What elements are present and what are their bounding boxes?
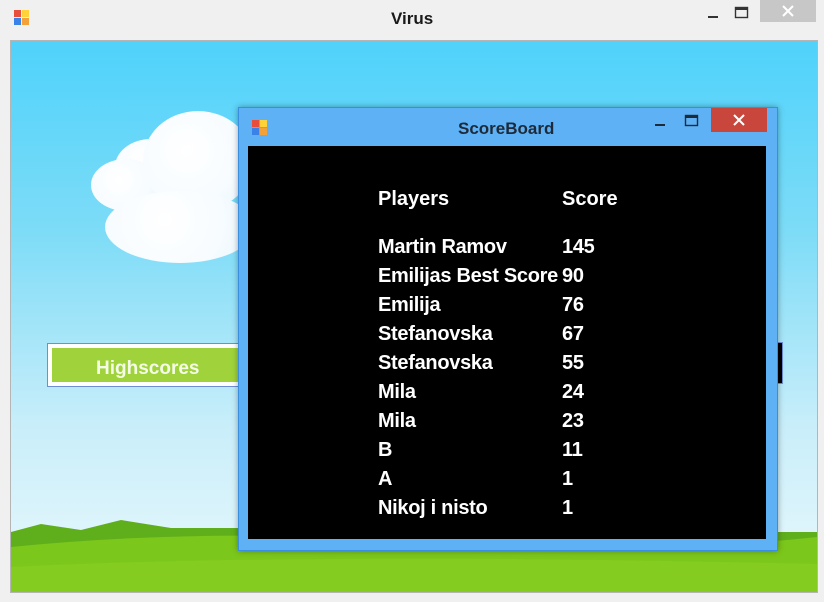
score-row: Nikoj i nisto 1 xyxy=(248,497,766,525)
player-name: Emilijas Best Score xyxy=(378,265,558,287)
window-title: Virus xyxy=(391,9,434,28)
player-score: 23 xyxy=(562,410,584,432)
scoreboard-panel: Players Score Martin Ramov 145 Emilijas … xyxy=(248,146,766,539)
minimize-button[interactable] xyxy=(700,2,726,24)
score-header: Score xyxy=(562,188,618,210)
score-row: Martin Ramov 145 xyxy=(248,236,766,264)
player-name: Stefanovska xyxy=(378,352,493,374)
player-score: 90 xyxy=(562,265,584,287)
highscores-label: Highscores xyxy=(96,358,200,379)
cloud xyxy=(105,191,255,263)
maximize-icon xyxy=(684,114,699,127)
player-score: 145 xyxy=(562,236,595,258)
app-icon xyxy=(14,10,30,26)
dialog-close-button[interactable] xyxy=(711,108,767,132)
minimize-icon xyxy=(655,124,665,126)
player-score: 67 xyxy=(562,323,584,345)
score-row: Emilija 76 xyxy=(248,294,766,322)
scoreboard-dialog: ScoreBoard Players Score Martin Ramov 14… xyxy=(238,107,778,551)
players-header: Players xyxy=(378,188,450,210)
dialog-app-icon xyxy=(252,120,268,136)
player-name: A xyxy=(378,468,393,490)
score-row: Emilijas Best Score 90 xyxy=(248,265,766,293)
close-button[interactable] xyxy=(760,0,816,22)
score-row: Stefanovska 67 xyxy=(248,323,766,351)
player-name: Mila xyxy=(378,410,416,432)
score-row: Stefanovska 55 xyxy=(248,352,766,380)
player-score: 55 xyxy=(562,352,584,374)
player-name: Martin Ramov xyxy=(378,236,507,258)
minimize-icon xyxy=(708,16,718,18)
dialog-title: ScoreBoard xyxy=(458,119,555,138)
close-icon xyxy=(782,5,794,17)
main-titlebar: Virus xyxy=(0,0,824,36)
close-icon xyxy=(733,114,745,126)
dialog-maximize-button[interactable] xyxy=(679,110,705,132)
player-name: Nikoj i nisto xyxy=(378,497,488,519)
score-row: B 11 xyxy=(248,439,766,467)
player-name: Emilija xyxy=(378,294,441,316)
player-name: Mila xyxy=(378,381,416,403)
player-name: Stefanovska xyxy=(378,323,493,345)
player-name: B xyxy=(378,439,393,461)
dialog-minimize-button[interactable] xyxy=(647,110,673,132)
score-row: A 1 xyxy=(248,468,766,496)
player-score: 1 xyxy=(562,468,573,490)
player-score: 11 xyxy=(562,439,583,461)
player-score: 1 xyxy=(562,497,573,519)
player-score: 24 xyxy=(562,381,584,403)
maximize-button[interactable] xyxy=(729,2,755,24)
player-score: 76 xyxy=(562,294,584,316)
score-row: Mila 23 xyxy=(248,410,766,438)
score-row: Mila 24 xyxy=(248,381,766,409)
maximize-icon xyxy=(734,6,749,19)
